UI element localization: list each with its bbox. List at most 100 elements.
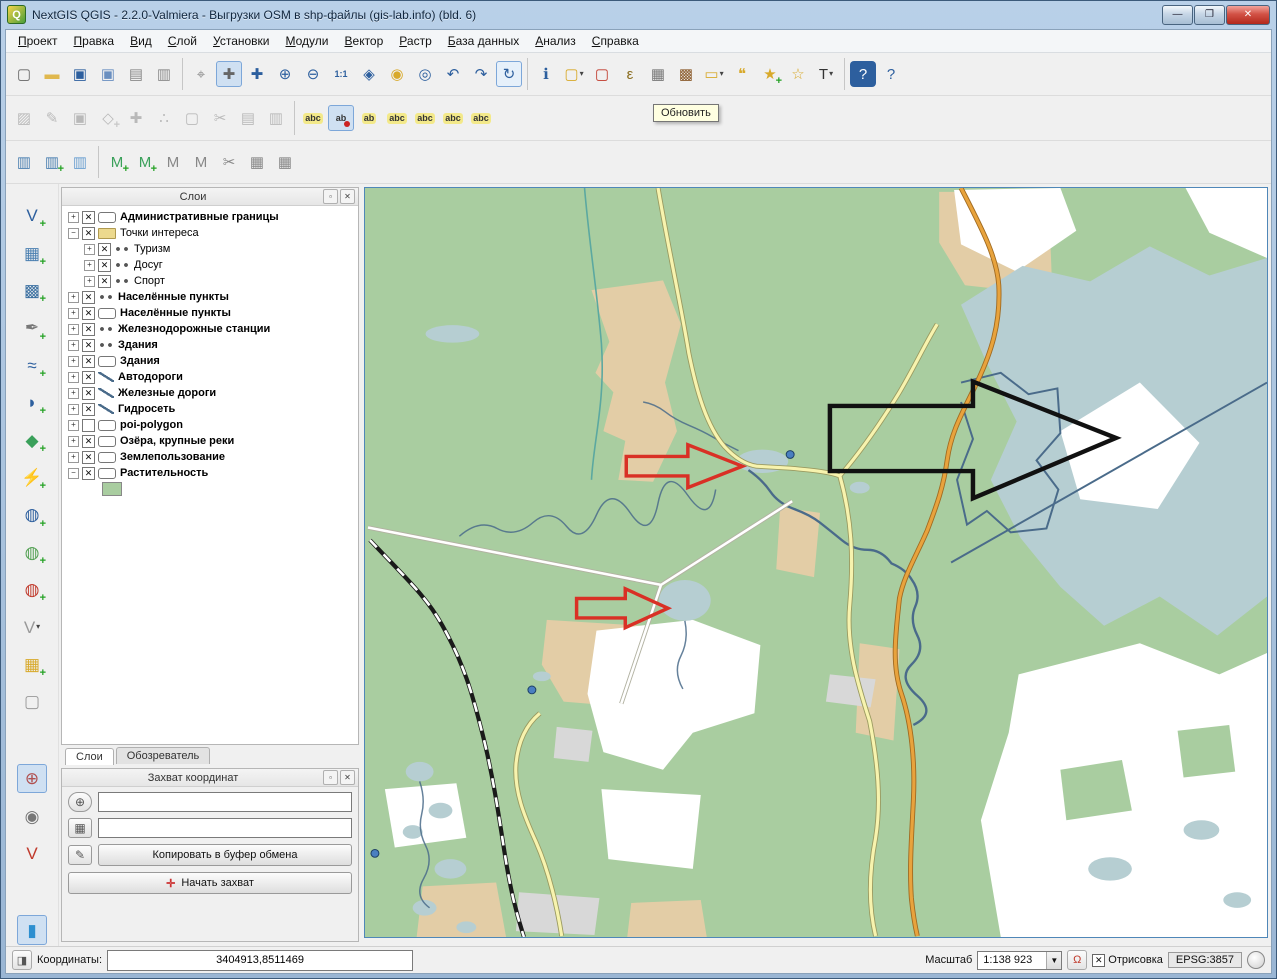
layer-checkbox[interactable]: ✕ bbox=[82, 467, 95, 480]
undock-panel-icon[interactable]: ▫ bbox=[323, 189, 338, 204]
layer-checkbox[interactable]: ✕ bbox=[82, 339, 95, 352]
add-delimited-text-icon[interactable]: ▦+ bbox=[17, 650, 47, 679]
layer-checkbox[interactable]: ✕ bbox=[82, 371, 95, 384]
select-features-icon[interactable]: ▢▾ bbox=[561, 61, 587, 87]
delete-selected-icon[interactable]: ▢ bbox=[179, 105, 205, 131]
expand-icon[interactable]: + bbox=[84, 276, 95, 287]
layer-item[interactable]: −✕Точки интереса bbox=[64, 225, 358, 241]
log-messages-icon[interactable] bbox=[1247, 951, 1265, 969]
layer-item[interactable]: +✕Озёра, крупные реки bbox=[64, 433, 358, 449]
add-mssql-layer-icon[interactable]: ≈+ bbox=[17, 351, 47, 380]
grid-button[interactable]: ▦ bbox=[68, 818, 92, 838]
expand-icon[interactable]: + bbox=[68, 356, 79, 367]
new-print-composer-icon[interactable]: ▤ bbox=[123, 61, 149, 87]
layer-checkbox[interactable]: ✕ bbox=[98, 243, 111, 256]
menu-item-10[interactable]: Анализ bbox=[527, 31, 584, 51]
tab-browser[interactable]: Обозреватель bbox=[116, 747, 211, 764]
cut-features-icon[interactable]: ✂ bbox=[207, 105, 233, 131]
capture-pin-icon[interactable]: ◉ bbox=[17, 801, 47, 830]
layer-checkbox[interactable]: ✕ bbox=[82, 355, 95, 368]
expand-icon[interactable]: + bbox=[84, 244, 95, 255]
add-oracle-layer-icon[interactable]: ◗+ bbox=[17, 388, 47, 417]
copy-features-icon[interactable]: ▤ bbox=[235, 105, 261, 131]
zoom-out-icon[interactable]: ⊖ bbox=[300, 61, 326, 87]
rotate-label-icon[interactable]: abc bbox=[440, 105, 466, 131]
layer-item[interactable]: +✕Железные дороги bbox=[64, 385, 358, 401]
layer-checkbox[interactable]: ✕ bbox=[82, 435, 95, 448]
add-spatialite-layer-icon[interactable]: ✒+ bbox=[17, 313, 47, 342]
show-hidden-labels-icon[interactable]: abc bbox=[384, 105, 410, 131]
undock-panel-icon[interactable]: ▫ bbox=[323, 770, 338, 785]
layer-labeling-icon[interactable]: abc bbox=[300, 105, 326, 131]
menu-item-3[interactable]: Вид bbox=[122, 31, 160, 51]
move-label-icon[interactable]: abc bbox=[412, 105, 438, 131]
open-attribute-table-icon[interactable]: ▦ bbox=[645, 61, 671, 87]
render-checkbox[interactable]: ✕ Отрисовка bbox=[1092, 954, 1163, 967]
start-capture-button[interactable]: ✛ Начать захват bbox=[68, 872, 352, 894]
plugin-attributes-2-icon[interactable]: M bbox=[188, 149, 214, 175]
menu-item-5[interactable]: Установки bbox=[205, 31, 278, 51]
toggle-extents-icon[interactable]: ◨ bbox=[12, 950, 32, 970]
save-project-as-icon[interactable]: ▣ bbox=[95, 61, 121, 87]
layer-item[interactable]: +✕Автодороги bbox=[64, 369, 358, 385]
add-db-layer-icon[interactable]: ◆+ bbox=[17, 425, 47, 454]
pan-to-selection-icon[interactable]: ✚ bbox=[244, 61, 270, 87]
expand-icon[interactable]: + bbox=[68, 420, 79, 431]
menu-item-1[interactable]: Проект bbox=[10, 31, 66, 51]
expand-icon[interactable]: + bbox=[68, 324, 79, 335]
pan-map-icon[interactable]: ✚ bbox=[216, 61, 242, 87]
add-wcs-layer-icon[interactable]: ◍+ bbox=[17, 538, 47, 567]
zoom-next-icon[interactable]: ↷ bbox=[468, 61, 494, 87]
add-web-layer-icon[interactable]: ⚡+ bbox=[17, 463, 47, 492]
new-layer-icon[interactable]: V▾ bbox=[17, 612, 47, 641]
current-edits-icon[interactable]: ▨ bbox=[11, 105, 37, 131]
zoom-last-icon[interactable]: ↶ bbox=[440, 61, 466, 87]
layer-checkbox[interactable]: ✕ bbox=[82, 451, 95, 464]
expand-icon[interactable]: + bbox=[68, 308, 79, 319]
layer-checkbox[interactable]: ✕ bbox=[82, 291, 95, 304]
identify-icon[interactable]: ℹ bbox=[533, 61, 559, 87]
field-calculator-icon[interactable]: ▩ bbox=[673, 61, 699, 87]
layer-item[interactable]: +✕Административные границы bbox=[64, 209, 358, 225]
chevron-down-icon[interactable]: ▾ bbox=[36, 623, 40, 631]
save-project-icon[interactable]: ▣ bbox=[67, 61, 93, 87]
expand-icon[interactable]: + bbox=[84, 260, 95, 271]
add-raster-layer-icon[interactable]: ▦+ bbox=[17, 238, 47, 267]
deselect-features-icon[interactable]: ▢ bbox=[589, 61, 615, 87]
close-panel-icon[interactable]: ✕ bbox=[340, 770, 355, 785]
track-mouse-button[interactable]: ✎ bbox=[68, 845, 92, 865]
labeling-options-icon[interactable]: ab bbox=[328, 105, 354, 131]
dxf2shp-icon[interactable]: V bbox=[17, 839, 47, 868]
scale-lock-icon[interactable]: Ω bbox=[1067, 950, 1087, 970]
refresh-icon[interactable]: ↻ bbox=[496, 61, 522, 87]
layer-item[interactable]: +✕Спорт bbox=[64, 273, 358, 289]
close-button[interactable]: ✕ bbox=[1226, 5, 1270, 25]
add-postgis-layer-icon[interactable]: ▩+ bbox=[17, 276, 47, 305]
layer-checkbox[interactable]: ✕ bbox=[98, 275, 111, 288]
plugin-attributes-icon[interactable]: M bbox=[160, 149, 186, 175]
layer-checkbox[interactable]: ✕ bbox=[82, 227, 95, 240]
add-feature-icon[interactable]: ◇+ bbox=[95, 105, 121, 131]
help-icon[interactable]: ? bbox=[850, 61, 876, 87]
new-bookmark-icon[interactable]: ★+ bbox=[757, 61, 783, 87]
coordinates-value-input[interactable] bbox=[107, 950, 413, 971]
scale-combo[interactable]: 1:138 923 ▼ bbox=[977, 951, 1062, 970]
layer-checkbox[interactable]: ✕ bbox=[82, 387, 95, 400]
coordinate-input-1[interactable] bbox=[98, 792, 352, 812]
show-bookmarks-icon[interactable]: ☆ bbox=[785, 61, 811, 87]
tab-layers[interactable]: Слои bbox=[65, 748, 114, 765]
layer-checkbox[interactable] bbox=[82, 419, 95, 432]
chevron-down-icon[interactable]: ▾ bbox=[580, 70, 584, 78]
menu-item-4[interactable]: Слой bbox=[160, 31, 205, 51]
whats-this-icon[interactable]: ? bbox=[878, 61, 904, 87]
crs-select-button[interactable]: ⊕ bbox=[68, 792, 92, 812]
layer-item[interactable]: +✕Населённые пункты bbox=[64, 289, 358, 305]
layer-checkbox[interactable]: ✕ bbox=[82, 307, 95, 320]
maximize-button[interactable]: ❐ bbox=[1194, 5, 1225, 25]
zoom-to-selection-icon[interactable]: ◉ bbox=[384, 61, 410, 87]
menu-item-6[interactable]: Модули bbox=[278, 31, 337, 51]
layer-item[interactable]: +poi-polygon bbox=[64, 417, 358, 433]
add-vector-layer-icon[interactable]: V+ bbox=[17, 201, 47, 230]
zoom-full-icon[interactable]: ◈ bbox=[356, 61, 382, 87]
plugin-histogram-plus-icon[interactable]: ▥+ bbox=[39, 149, 65, 175]
